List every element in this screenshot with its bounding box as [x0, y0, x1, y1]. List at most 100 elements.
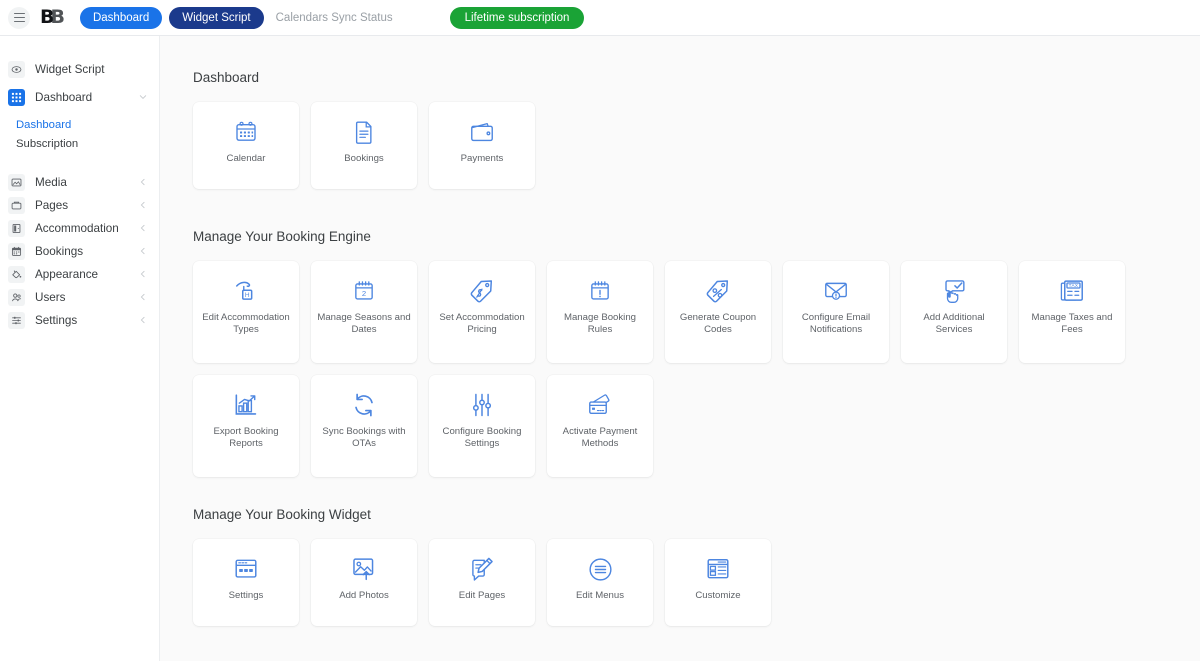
hamburger-icon[interactable] [8, 6, 30, 29]
card-label: Generate Coupon Codes [679, 312, 757, 335]
logo-text-secondary: B [50, 6, 65, 28]
card-label: Manage Taxes and Fees [1031, 312, 1113, 335]
card-configure-email-notifications[interactable]: Configure Email Notifications [783, 261, 889, 363]
sync-icon [351, 392, 377, 418]
sidebar-item-label: Widget Script [35, 62, 105, 76]
sidebar-item-label: Bookings [35, 244, 84, 258]
chevron-left-icon [139, 316, 147, 326]
svg-text:H: H [245, 292, 250, 299]
chevron-down-icon [139, 93, 147, 103]
card-generate-coupon-codes[interactable]: Generate Coupon Codes [665, 261, 771, 363]
card-payments[interactable]: Payments [429, 102, 535, 189]
card-add-additional-services[interactable]: Add Additional Services [901, 261, 1007, 363]
sidebar-item-dashboard[interactable]: Dashboard [0, 86, 159, 109]
sidebar-item-label: Users [35, 290, 66, 304]
sidebar-item-bookings[interactable]: Bookings [0, 240, 159, 263]
calendar-two-icon: 2 [352, 278, 376, 304]
chevron-left-icon [139, 201, 147, 211]
sidebar-item-label: Appearance [35, 267, 99, 281]
card-bookings[interactable]: Bookings [311, 102, 417, 189]
card-label: Edit Accommodation Types [202, 312, 290, 335]
page-pencil-icon [469, 556, 495, 582]
card-edit-pages[interactable]: Edit Pages [429, 539, 535, 626]
bar-chart-icon [233, 392, 259, 418]
svg-text:TAX: TAX [1069, 283, 1079, 288]
envelope-alert-icon [823, 278, 849, 304]
card-activate-payment-methods[interactable]: Activate Payment Methods [547, 375, 653, 477]
image-icon [8, 174, 25, 191]
card-label: Bookings [344, 153, 384, 164]
section-title-booking-widget: Manage Your Booking Widget [193, 507, 371, 522]
card-add-photos[interactable]: Add Photos [311, 539, 417, 626]
section-title-dashboard: Dashboard [193, 70, 260, 85]
tax-doc-icon: TAX [1059, 278, 1085, 304]
card-sync-bookings-with-otas[interactable]: Sync Bookings with OTAs [311, 375, 417, 477]
document-icon [352, 119, 376, 145]
chevron-left-icon [139, 247, 147, 257]
sidebar-subitem-dashboard[interactable]: Dashboard [0, 115, 159, 134]
users-icon [8, 289, 25, 306]
building-icon [8, 220, 25, 237]
chevron-left-icon [139, 293, 147, 303]
topbar-widget-script-button[interactable]: Widget Script [169, 6, 264, 29]
sidebar-item-accommodation[interactable]: Accommodation [0, 217, 159, 240]
card-label: Customize [695, 590, 741, 601]
sliders-icon [470, 392, 494, 418]
card-swipe-icon [587, 392, 613, 418]
card-label: Configure Booking Settings [442, 426, 522, 449]
card-manage-seasons-and-dates[interactable]: 2 Manage Seasons and Dates [311, 261, 417, 363]
card-label: Calendar [226, 153, 266, 164]
section-title-booking-engine: Manage Your Booking Engine [193, 229, 371, 244]
sliders-icon [8, 312, 25, 329]
wallet-icon [469, 119, 495, 145]
svg-text:2: 2 [362, 289, 366, 298]
card-label: Manage Booking Rules [563, 312, 636, 335]
card-manage-taxes-and-fees[interactable]: TAX Manage Taxes and Fees [1019, 261, 1125, 363]
chevron-left-icon [139, 178, 147, 188]
sidebar-subitem-subscription[interactable]: Subscription [0, 134, 159, 153]
card-label: Add Photos [339, 590, 389, 601]
sidebar-divider-space [0, 153, 159, 171]
grid-icon [8, 89, 25, 106]
card-edit-menus[interactable]: Edit Menus [547, 539, 653, 626]
main-content: Dashboard Calendar Bookings Payments Man… [160, 36, 1200, 661]
paint-bucket-icon [8, 266, 25, 283]
calendar-icon [234, 119, 258, 145]
sidebar-item-appearance[interactable]: Appearance [0, 263, 159, 286]
calendars-sync-status-label: Calendars Sync Status [275, 11, 393, 24]
sidebar-item-label: Accommodation [35, 221, 119, 235]
booking-engine-card-grid: H Edit Accommodation Types 2 Manage Seas… [160, 261, 1200, 489]
card-set-accommodation-pricing[interactable]: Set Accommodation Pricing [429, 261, 535, 363]
sidebar-item-label: Dashboard [35, 90, 93, 104]
card-calendar[interactable]: Calendar [193, 102, 299, 189]
card-label: Set Accommodation Pricing [439, 312, 525, 335]
chevron-left-icon [139, 224, 147, 234]
card-configure-booking-settings[interactable]: Configure Booking Settings [429, 375, 535, 477]
menu-circle-icon [588, 556, 613, 582]
card-edit-accommodation-types[interactable]: H Edit Accommodation Types [193, 261, 299, 363]
sidebar-item-widget-script[interactable]: Widget Script [0, 58, 159, 81]
app-logo[interactable]: BB [40, 6, 65, 28]
card-manage-booking-rules[interactable]: Manage Booking Rules [547, 261, 653, 363]
card-label: Configure Email Notifications [801, 312, 871, 335]
card-label: Add Additional Services [923, 312, 985, 335]
price-tag-icon [469, 278, 495, 304]
card-label: Edit Menus [576, 590, 624, 601]
topbar-dashboard-button[interactable]: Dashboard [79, 6, 163, 29]
click-check-icon [941, 278, 967, 304]
chevron-left-icon [139, 270, 147, 280]
card-label: Sync Bookings with OTAs [322, 426, 406, 449]
sidebar-item-label: Media [35, 175, 67, 189]
card-settings[interactable]: Settings [193, 539, 299, 626]
hotel-tag-icon: H [233, 278, 259, 304]
sidebar-item-pages[interactable]: Pages [0, 194, 159, 217]
sidebar-item-users[interactable]: Users [0, 286, 159, 309]
card-customize[interactable]: Customize [665, 539, 771, 626]
sidebar-item-settings[interactable]: Settings [0, 309, 159, 332]
card-export-booking-reports[interactable]: Export Booking Reports [193, 375, 299, 477]
lifetime-subscription-badge[interactable]: Lifetime subscription [449, 6, 585, 29]
sidebar-item-media[interactable]: Media [0, 171, 159, 194]
top-bar: BB Dashboard Widget Script Calendars Syn… [0, 0, 1200, 36]
layout-customize-icon [705, 556, 731, 582]
window-settings-icon [233, 556, 259, 582]
